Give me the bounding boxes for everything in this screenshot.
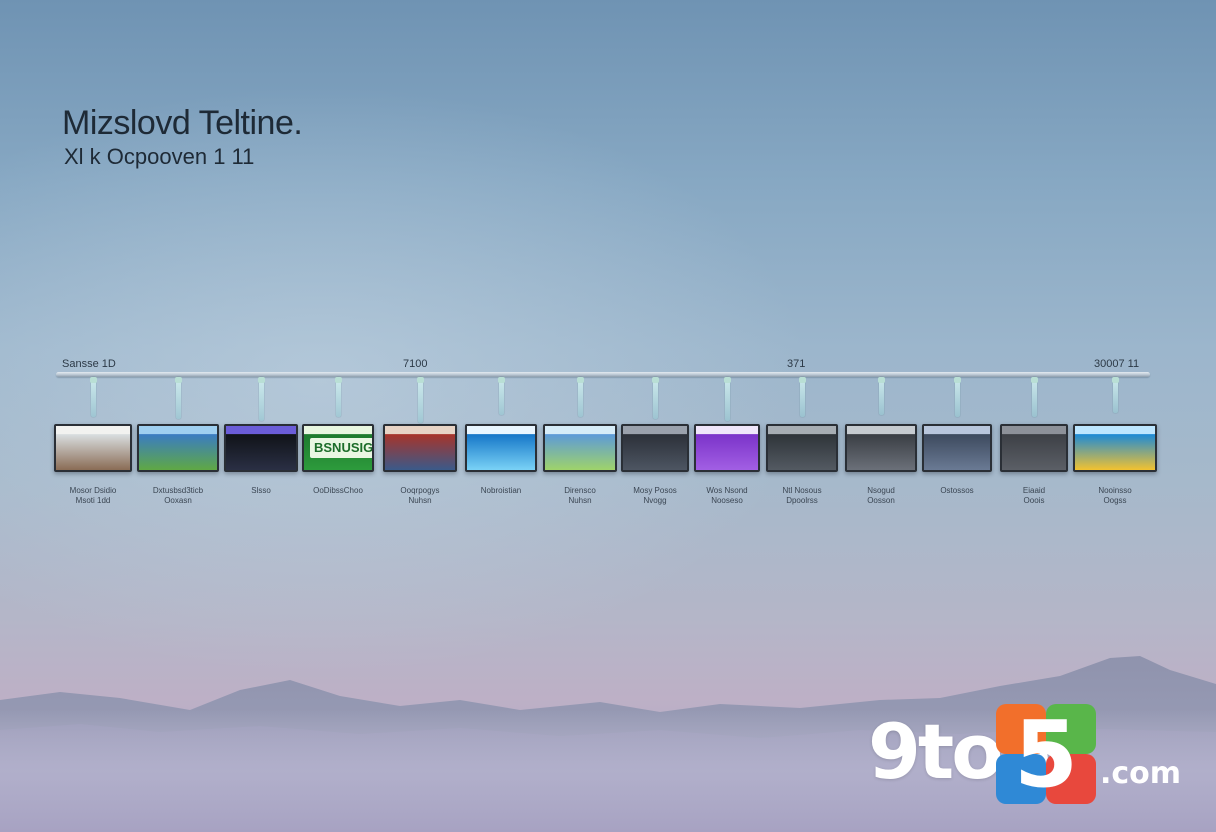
logo-suffix: .com <box>1100 756 1182 791</box>
timeline-connector <box>652 377 659 419</box>
timeline-screenshot-5[interactable] <box>383 424 457 472</box>
logo-mark-icon: 5 <box>996 704 1096 804</box>
svg-text:5: 5 <box>1014 704 1078 804</box>
screenshot-thumbnail <box>768 426 836 470</box>
timeline-connector <box>175 377 182 419</box>
screenshot-thumbnail <box>924 426 990 470</box>
timeline-connector <box>90 377 97 417</box>
timeline-connector <box>1112 377 1119 413</box>
timeline-connector <box>724 377 731 421</box>
timeline-axis <box>56 372 1150 377</box>
timeline-connector <box>799 377 806 417</box>
timeline-screenshot-12[interactable] <box>922 424 992 472</box>
timeline-screenshot-1[interactable] <box>54 424 132 472</box>
timeline-screenshot-10[interactable] <box>766 424 838 472</box>
screenshot-thumbnail <box>1075 426 1155 470</box>
timeline-screenshot-13[interactable] <box>1000 424 1068 472</box>
screenshot-thumbnail <box>696 426 758 470</box>
screenshot-thumbnail <box>56 426 130 470</box>
screenshot-badge: BSNUSIG <box>310 438 372 458</box>
screenshot-thumbnail <box>385 426 455 470</box>
timeline-connector <box>878 377 885 415</box>
timeline-screenshot-3[interactable] <box>224 424 298 472</box>
screenshot-thumbnail <box>467 426 535 470</box>
timeline-item-label: Nooinsso Oogss <box>1098 486 1132 505</box>
timeline-screenshot-8[interactable] <box>621 424 689 472</box>
timeline-connector <box>335 377 342 417</box>
timeline-item-label: OoDibssChoo <box>313 486 363 495</box>
timeline-screenshot-4[interactable]: BSNUSIG <box>302 424 374 472</box>
screenshot-thumbnail <box>139 426 217 470</box>
site-logo[interactable]: 9to5 5 .com <box>868 704 1198 804</box>
timeline-screenshot-14[interactable] <box>1073 424 1157 472</box>
timeline-item-label: Ooqrpogys Nuhsn <box>400 486 440 505</box>
timeline-connector <box>954 377 961 417</box>
timeline-connector <box>577 377 584 417</box>
timeline-screenshot-2[interactable] <box>137 424 219 472</box>
timeline-item-label: Ostossos <box>940 486 974 495</box>
timeline-connector <box>417 377 424 423</box>
year-label-2: 7100 <box>403 358 428 370</box>
timeline-connector <box>258 377 265 421</box>
page-subtitle: Xl k Ocpooven 1 11 <box>64 144 255 169</box>
screenshot-thumbnail <box>226 426 296 470</box>
page-title: Mizslovd Teltine. <box>62 104 303 142</box>
year-label-1: Sansse 1D <box>62 358 116 370</box>
screenshot-thumbnail <box>545 426 615 470</box>
timeline-screenshot-7[interactable] <box>543 424 617 472</box>
screenshot-thumbnail <box>1002 426 1066 470</box>
timeline-connector <box>1031 377 1038 417</box>
timeline-screenshot-9[interactable] <box>694 424 760 472</box>
screenshot-thumbnail <box>847 426 915 470</box>
timeline-screenshot-11[interactable] <box>845 424 917 472</box>
timeline-connector <box>498 377 505 415</box>
year-label-4: 30007 11 <box>1094 358 1140 370</box>
screenshot-thumbnail <box>623 426 687 470</box>
year-label-3: 371 <box>787 358 806 370</box>
timeline-screenshot-6[interactable] <box>465 424 537 472</box>
